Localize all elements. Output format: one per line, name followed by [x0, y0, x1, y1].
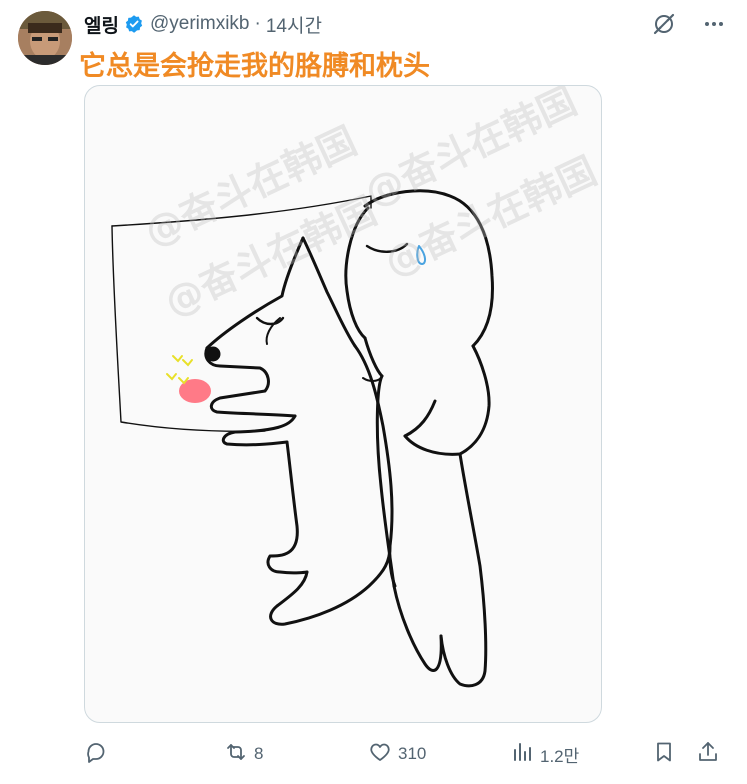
- avatar[interactable]: [18, 11, 72, 65]
- retweet-icon: [224, 740, 248, 769]
- verified-badge-icon: [124, 14, 144, 34]
- retweet-count: 8: [254, 744, 264, 763]
- retweet-button[interactable]: 8: [224, 737, 263, 771]
- like-count: 310: [398, 744, 427, 763]
- like-button[interactable]: 310: [368, 737, 426, 771]
- like-icon: [368, 740, 392, 769]
- views-icon: [510, 740, 534, 769]
- separator-dot: ·: [254, 13, 261, 34]
- author-name[interactable]: 엘링: [84, 11, 119, 38]
- view-count: 1.2만: [540, 746, 580, 766]
- timestamp[interactable]: 14시간: [266, 11, 322, 38]
- share-icon: [696, 740, 720, 769]
- more-icon[interactable]: [701, 11, 727, 37]
- tweet-header: 엘링 @yerimxikb · 14시간: [84, 8, 727, 40]
- drawing-dog-and-person-sleeping: [111, 189, 494, 688]
- views-button[interactable]: 1.2만: [510, 737, 579, 771]
- bookmark-button[interactable]: [652, 737, 676, 771]
- tweet-text: 它总是会抢走我的胳膊和枕头: [79, 51, 430, 82]
- tweet-image[interactable]: @奋斗在韩国 @奋斗在韩国 @奋斗在韩国 @奋斗在韩国: [84, 85, 602, 723]
- tweet: 엘링 @yerimxikb · 14시간 它总是会抢走我的胳膊和枕头 @奋斗在韩…: [0, 0, 747, 784]
- grok-icon[interactable]: [651, 11, 677, 37]
- reply-button[interactable]: [84, 737, 114, 771]
- share-button[interactable]: [696, 737, 720, 771]
- action-bar: 8 310 1.2만: [84, 737, 724, 771]
- bookmark-icon: [652, 740, 676, 769]
- reply-icon: [84, 740, 108, 769]
- author-handle[interactable]: @yerimxikb: [150, 13, 250, 35]
